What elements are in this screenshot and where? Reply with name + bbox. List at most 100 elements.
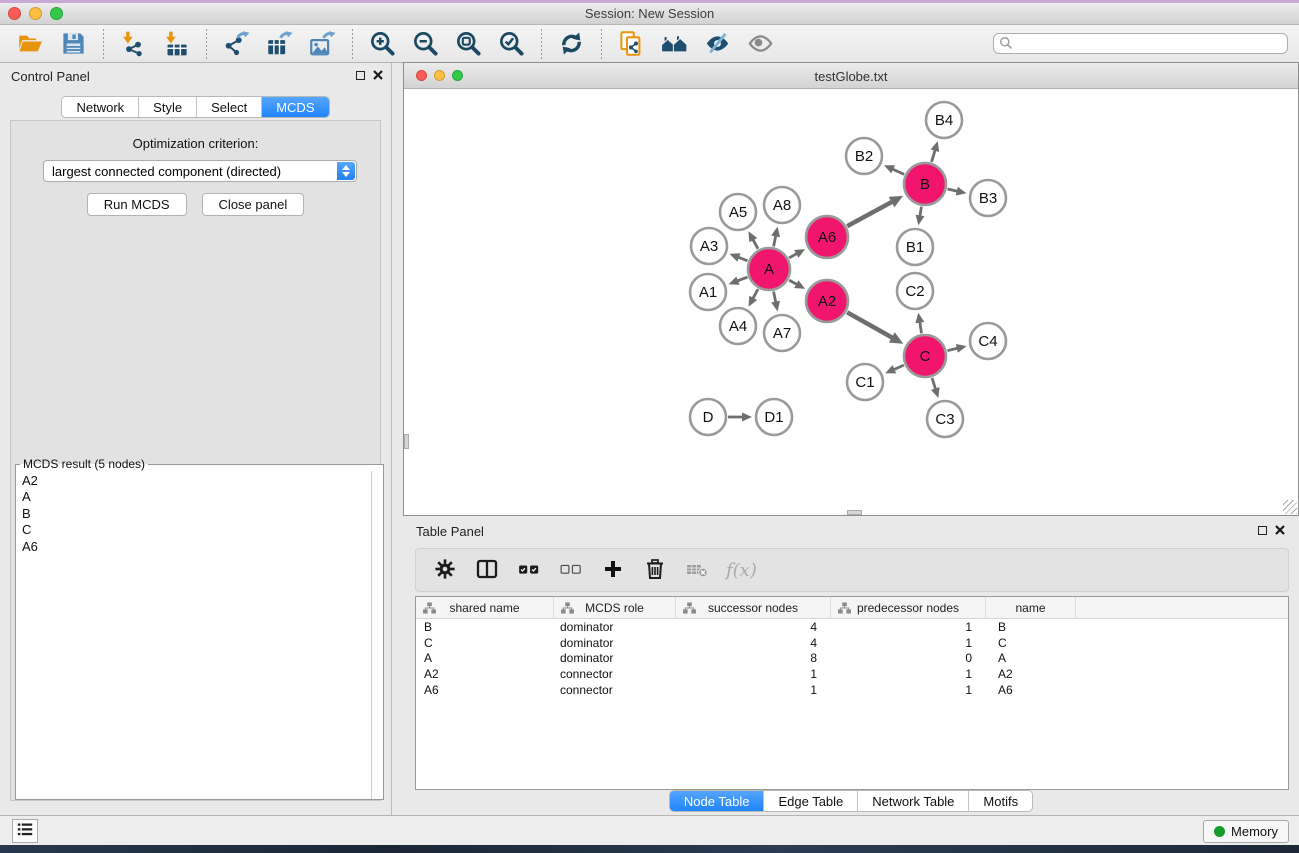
table-cell[interactable]: dominator — [554, 636, 676, 650]
delete-table-button[interactable] — [678, 552, 716, 588]
deselect-all-button[interactable] — [552, 552, 590, 588]
graph-edge-B-B4[interactable] — [932, 149, 936, 162]
table-cell[interactable]: A — [416, 651, 554, 665]
column-header-shared-name[interactable]: shared name — [416, 597, 554, 618]
table-row[interactable]: A2connector11A2 — [416, 666, 1288, 682]
select-stepper-icon — [337, 162, 355, 180]
graph-edge-A6-B[interactable] — [847, 201, 893, 226]
close-panel-button[interactable]: Close panel — [202, 193, 305, 216]
criterion-select[interactable]: largest connected component (directed) — [43, 160, 357, 182]
table-cell[interactable]: A — [986, 651, 1076, 665]
table-cell[interactable]: A2 — [416, 667, 554, 681]
column-header-MCDS-role[interactable]: MCDS role — [554, 597, 676, 618]
zoom-fit-icon — [455, 30, 482, 57]
mcds-result-item[interactable]: A — [17, 489, 370, 505]
open-session-button[interactable] — [9, 27, 52, 61]
import-network-button[interactable] — [112, 27, 155, 61]
show-graphics-button[interactable] — [739, 27, 782, 61]
mcds-result-item[interactable]: A2 — [17, 473, 370, 489]
home-button[interactable] — [653, 27, 696, 61]
export-table-button[interactable] — [258, 27, 301, 61]
close-panel-icon[interactable] — [373, 70, 383, 80]
search-input[interactable] — [993, 33, 1288, 54]
horizontal-scroll-thumb[interactable] — [847, 510, 862, 515]
mcds-result-scrollbar[interactable] — [371, 471, 383, 799]
table-cell[interactable]: A6 — [416, 683, 554, 697]
table-cell[interactable]: connector — [554, 683, 676, 697]
table-close-panel-icon[interactable] — [1275, 525, 1285, 535]
run-mcds-button[interactable]: Run MCDS — [87, 193, 187, 216]
graph-node-label-C3: C3 — [935, 411, 954, 428]
tab-select[interactable]: Select — [197, 97, 262, 117]
columns-button[interactable] — [468, 552, 506, 588]
tab-style[interactable]: Style — [139, 97, 197, 117]
table-cell[interactable]: C — [986, 636, 1076, 650]
table-cell[interactable]: 1 — [831, 683, 986, 697]
tab-network[interactable]: Network — [62, 97, 139, 117]
column-header-name[interactable]: name — [986, 597, 1076, 618]
import-table-button[interactable] — [155, 27, 198, 61]
column-header-predecessor-nodes[interactable]: predecessor nodes — [831, 597, 986, 618]
vertical-scroll-thumb[interactable] — [404, 434, 409, 449]
table-cell[interactable]: dominator — [554, 651, 676, 665]
table-cell[interactable]: A6 — [986, 683, 1076, 697]
network-canvas[interactable]: B4B2BB3A5A8A6A3AB1A1C2A4A7A2C4CC1C3DD1 — [404, 89, 1298, 515]
column-header-successor-nodes[interactable]: successor nodes — [676, 597, 831, 618]
zoom-out-button[interactable] — [404, 27, 447, 61]
tab-edge-table[interactable]: Edge Table — [764, 791, 858, 811]
table-cell[interactable]: 4 — [676, 620, 831, 634]
resize-grip[interactable] — [1283, 500, 1297, 514]
select-all-button[interactable] — [510, 552, 548, 588]
export-image-button[interactable] — [301, 27, 344, 61]
tree-icon — [683, 602, 696, 614]
table-cell[interactable]: 1 — [831, 636, 986, 650]
table-cell[interactable]: A2 — [986, 667, 1076, 681]
tab-mcds[interactable]: MCDS — [262, 97, 328, 117]
hide-graphics-button[interactable] — [696, 27, 739, 61]
settings-button[interactable] — [426, 552, 464, 588]
table-cell[interactable]: connector — [554, 667, 676, 681]
table-row[interactable]: Bdominator41B — [416, 619, 1288, 635]
network-graph[interactable]: B4B2BB3A5A8A6A3AB1A1C2A4A7A2C4CC1C3DD1 — [404, 89, 1298, 515]
add-row-icon — [601, 557, 625, 584]
table-cell[interactable]: 1 — [676, 683, 831, 697]
tab-motifs[interactable]: Motifs — [969, 791, 1032, 811]
float-panel-icon[interactable] — [356, 71, 365, 80]
table-cell[interactable]: 4 — [676, 636, 831, 650]
table-cell[interactable]: 1 — [676, 667, 831, 681]
table-float-panel-icon[interactable] — [1258, 526, 1267, 535]
tab-node-table[interactable]: Node Table — [670, 791, 765, 811]
graph-edge-B-B2[interactable] — [891, 169, 904, 175]
mcds-result-item[interactable]: B — [17, 506, 370, 522]
delete-row-button[interactable] — [636, 552, 674, 588]
memory-button[interactable]: Memory — [1203, 820, 1289, 843]
table-cell[interactable]: dominator — [554, 620, 676, 634]
duplicate-network-button[interactable] — [610, 27, 653, 61]
save-session-button[interactable] — [52, 27, 95, 61]
table-cell[interactable]: 1 — [831, 667, 986, 681]
export-network-button[interactable] — [215, 27, 258, 61]
table-cell[interactable]: B — [416, 620, 554, 634]
table-cell[interactable]: 1 — [831, 620, 986, 634]
zoom-fit-button[interactable] — [447, 27, 490, 61]
settings-icon — [433, 557, 457, 584]
table-row[interactable]: Adominator80A — [416, 651, 1288, 667]
refresh-button[interactable] — [550, 27, 593, 61]
task-history-button[interactable] — [12, 819, 38, 843]
list-icon — [17, 823, 33, 839]
zoom-in-button[interactable] — [361, 27, 404, 61]
tab-network-table[interactable]: Network Table — [858, 791, 969, 811]
table-cell[interactable]: 0 — [831, 651, 986, 665]
add-row-button[interactable] — [594, 552, 632, 588]
table-cell[interactable]: C — [416, 636, 554, 650]
export-network-icon — [223, 30, 250, 57]
table-row[interactable]: A6connector11A6 — [416, 682, 1288, 698]
mcds-result-item[interactable]: C — [17, 522, 370, 538]
table-row[interactable]: Cdominator41C — [416, 635, 1288, 651]
table-cell[interactable]: B — [986, 620, 1076, 634]
table-cell[interactable]: 8 — [676, 651, 831, 665]
mcds-result-item[interactable]: A6 — [17, 539, 370, 555]
function-builder-button[interactable]: f(x) — [726, 560, 757, 581]
graph-edge-A2-C[interactable] — [847, 312, 894, 338]
zoom-selected-button[interactable] — [490, 27, 533, 61]
